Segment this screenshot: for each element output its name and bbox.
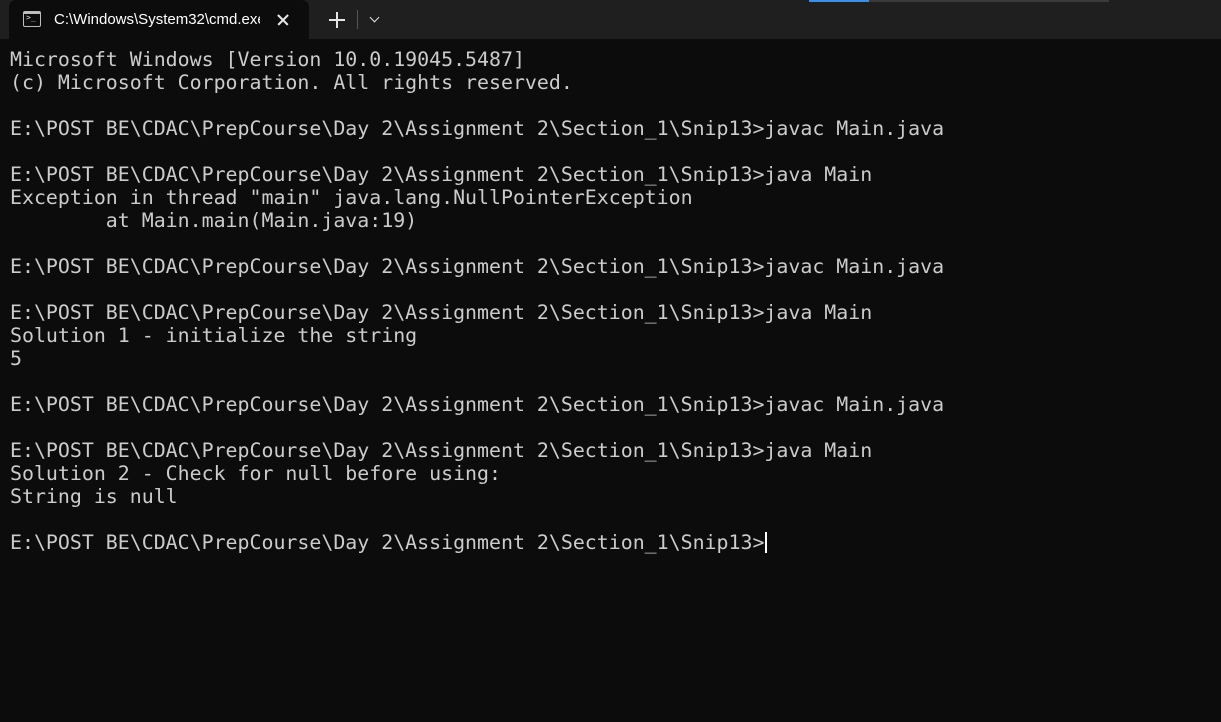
tab-cmd[interactable]: >_ C:\Windows\System32\cmd.exe bbox=[9, 0, 309, 39]
accent-indicator bbox=[809, 0, 869, 2]
console-line: E:\POST BE\CDAC\PrepCourse\Day 2\Assignm… bbox=[10, 255, 945, 278]
console-line: E:\POST BE\CDAC\PrepCourse\Day 2\Assignm… bbox=[10, 117, 945, 140]
console-line: E:\POST BE\CDAC\PrepCourse\Day 2\Assignm… bbox=[10, 163, 873, 186]
terminal-icon: >_ bbox=[23, 11, 41, 27]
divider bbox=[357, 10, 358, 29]
console-line: (c) Microsoft Corporation. All rights re… bbox=[10, 71, 573, 94]
console-line: E:\POST BE\CDAC\PrepCourse\Day 2\Assignm… bbox=[10, 531, 1210, 554]
console-line: E:\POST BE\CDAC\PrepCourse\Day 2\Assignm… bbox=[10, 301, 873, 324]
chevron-down-icon[interactable] bbox=[364, 8, 386, 32]
console-line: 5 bbox=[10, 347, 22, 370]
console-line: String is null bbox=[10, 485, 178, 508]
text-cursor bbox=[765, 532, 767, 553]
terminal-window: >_ C:\Windows\System32\cmd.exe Microsoft… bbox=[0, 0, 1221, 722]
title-drag-region[interactable] bbox=[809, 0, 1109, 2]
close-icon[interactable] bbox=[271, 8, 295, 32]
console-line: Solution 1 - initialize the string bbox=[10, 324, 418, 347]
console-line: Solution 2 - Check for null before using… bbox=[10, 462, 501, 485]
console-line: Exception in thread "main" java.lang.Nul… bbox=[10, 186, 693, 209]
tab-bar: >_ C:\Windows\System32\cmd.exe bbox=[0, 0, 1221, 39]
console-line: Microsoft Windows [Version 10.0.19045.54… bbox=[10, 48, 525, 71]
console-line: at Main.main(Main.java:19) bbox=[10, 209, 418, 232]
console-output[interactable]: Microsoft Windows [Version 10.0.19045.54… bbox=[10, 48, 1210, 708]
console-line: E:\POST BE\CDAC\PrepCourse\Day 2\Assignm… bbox=[10, 439, 873, 462]
tab-title: C:\Windows\System32\cmd.exe bbox=[54, 11, 260, 28]
console-line: E:\POST BE\CDAC\PrepCourse\Day 2\Assignm… bbox=[10, 393, 945, 416]
terminal-icon-glyph: >_ bbox=[26, 13, 36, 22]
plus-icon[interactable] bbox=[325, 8, 349, 32]
